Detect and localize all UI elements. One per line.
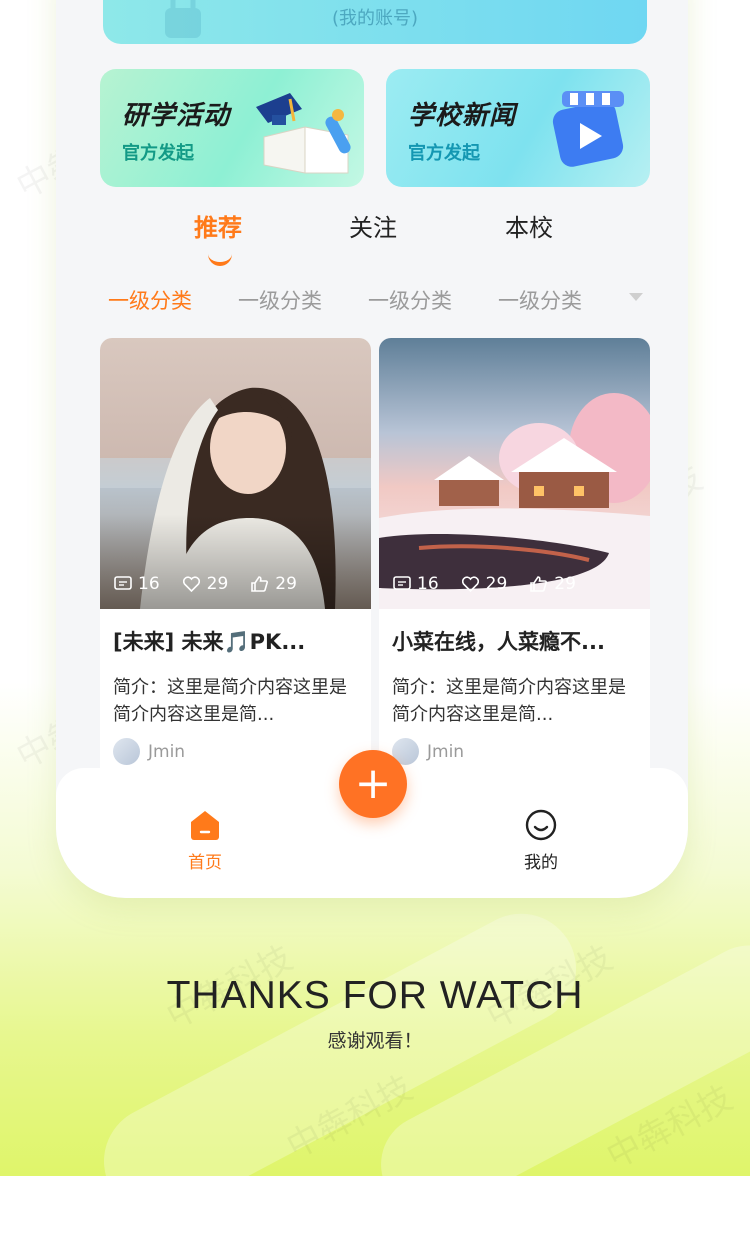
category-more-icon[interactable]	[629, 293, 643, 301]
post-description: 简介：这里是简介内容这里是简介内容这里是简...	[392, 677, 626, 725]
nav-home[interactable]: 首页	[155, 808, 255, 873]
add-post-button[interactable]: +	[339, 750, 407, 818]
like-stat[interactable]: 29	[182, 574, 229, 594]
book-icon	[256, 93, 351, 174]
thumb-stat[interactable]: 29	[250, 574, 297, 594]
smile-face-icon	[525, 809, 557, 841]
comment-stat[interactable]: 16	[114, 574, 160, 594]
thumb-stat[interactable]: 29	[529, 574, 576, 594]
tab-recommend[interactable]: 推荐	[194, 208, 242, 243]
thumbs-up-icon	[251, 576, 269, 592]
thanks-subtitle: 感谢观看！	[327, 1030, 423, 1052]
tab-follow[interactable]: 关注	[349, 208, 397, 243]
video-clapper-icon	[552, 91, 624, 167]
category-item[interactable]: 一级分类	[368, 285, 452, 315]
thumb-count: 29	[554, 574, 576, 594]
post-description: 简介：这里是简介内容这里是简介内容这里是简...	[113, 677, 347, 725]
heart-icon	[182, 575, 200, 592]
school-news-subtitle: 官方发起	[408, 143, 480, 164]
category-item[interactable]: 一级分类	[498, 285, 582, 315]
active-tab-indicator	[208, 254, 232, 266]
post-card[interactable]: 16 29 29 小菜在线，人菜瘾不... 简介：这里是简介内容这里是简介内容这…	[379, 338, 650, 778]
nav-mine[interactable]: 我的	[491, 808, 591, 873]
post-image	[100, 338, 371, 609]
account-banner[interactable]: (我的账号)	[103, 0, 647, 44]
category-item[interactable]: 一级分类	[108, 285, 192, 315]
home-icon	[191, 811, 219, 840]
tab-my-school[interactable]: 本校	[505, 208, 553, 243]
comment-stat[interactable]: 16	[393, 574, 439, 594]
heart-icon	[461, 575, 479, 592]
author-name: Jmin	[148, 741, 186, 762]
category-item[interactable]: 一级分类	[238, 285, 322, 315]
account-text: (我的账号)	[331, 8, 419, 29]
school-news-title: 学校新闻	[408, 101, 517, 131]
nav-home-label: 首页	[188, 853, 222, 873]
like-count: 29	[206, 574, 229, 594]
nav-mine-label: 我的	[524, 853, 558, 873]
comment-icon	[114, 576, 132, 590]
thumb-count: 29	[275, 574, 297, 594]
feed-tabs: 推荐 关注 本校	[56, 208, 688, 268]
post-stats: 16 29 29	[114, 574, 297, 594]
phone-screen: (我的账号) 研学活动 官方发起 学校新闻 官方发起 推荐 关注 本校 一级分类…	[56, 0, 688, 898]
like-count: 29	[485, 574, 508, 594]
study-activity-title: 研学活动	[122, 101, 231, 131]
thanks-title: THANKS FOR WATCH	[166, 974, 584, 1017]
author-name: Jmin	[427, 741, 465, 762]
comment-count: 16	[138, 574, 160, 594]
thumbs-up-icon	[530, 576, 548, 592]
avatar	[113, 738, 140, 765]
post-stats: 16 29 29	[393, 574, 576, 594]
school-news-card[interactable]: 学校新闻 官方发起	[386, 69, 650, 187]
category-bar: 一级分类 一级分类 一级分类 一级分类	[56, 285, 688, 325]
comment-icon	[393, 576, 411, 590]
like-stat[interactable]: 29	[461, 574, 508, 594]
post-author[interactable]: Jmin	[392, 738, 464, 765]
study-activity-subtitle: 官方发起	[122, 143, 194, 164]
post-title: 小菜在线，人菜瘾不...	[392, 630, 605, 654]
study-activity-card[interactable]: 研学活动 官方发起	[100, 69, 364, 187]
post-title: [未来] 未来🎵PK...	[113, 630, 306, 654]
post-image	[379, 338, 650, 609]
comment-count: 16	[417, 574, 439, 594]
post-card[interactable]: 16 29 29 [未来] 未来🎵PK... 简介：这里是简介内容这里是简介内容…	[100, 338, 371, 778]
post-author[interactable]: Jmin	[113, 738, 185, 765]
